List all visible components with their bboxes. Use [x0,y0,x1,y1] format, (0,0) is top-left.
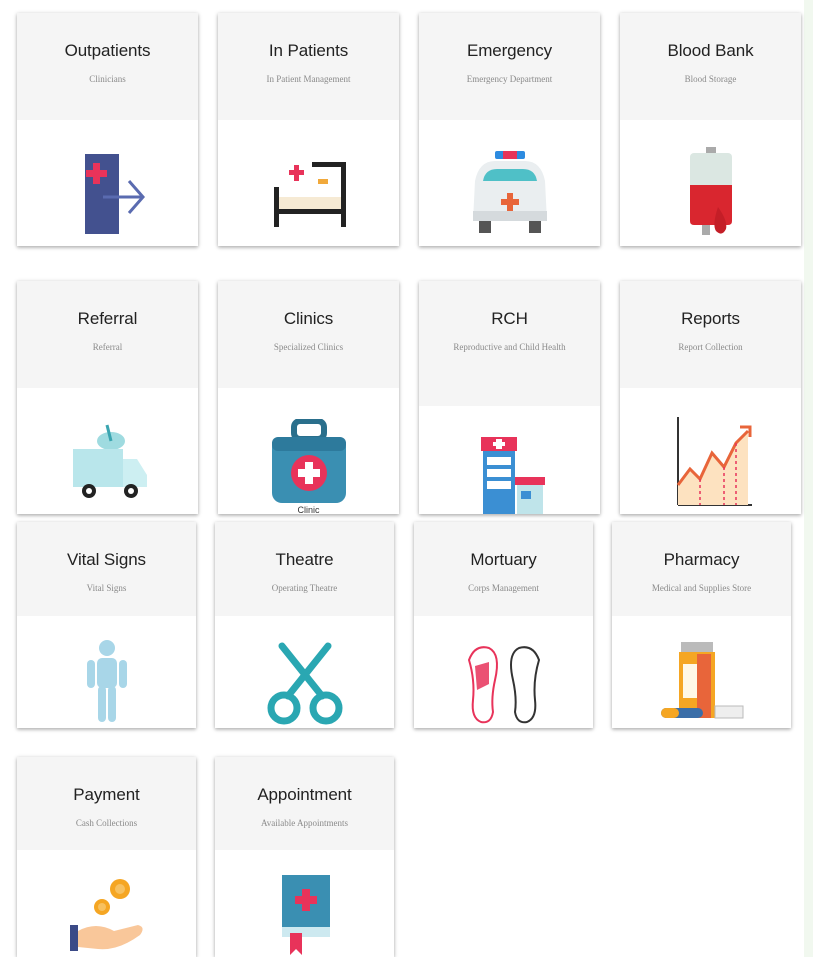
card-title: Clinics [283,309,334,328]
module-card-referral[interactable]: Referral Referral [17,281,198,514]
card-header: In Patients In Patient Management [218,13,399,120]
card-subtitle: Operating Theatre [271,583,338,593]
card-header: Reports Report Collection [620,281,801,388]
card-header: Payment Cash Collections [17,757,196,850]
blood-bag-icon [689,147,732,235]
card-header: Referral Referral [17,281,198,388]
card-subtitle: Medical and Supplies Store [651,583,752,593]
module-card-appointment[interactable]: Appointment Available Appointments [215,757,394,957]
card-header: Appointment Available Appointments [215,757,394,850]
card-title: Blood Bank [667,41,754,60]
card-title: Emergency [466,41,553,60]
rising-chart-icon [676,417,752,506]
card-subtitle: Corps Management [468,583,539,593]
module-card-blood-bank[interactable]: Blood Bank Blood Storage [620,13,801,246]
card-subtitle: Specialized Clinics [273,342,344,352]
card-header: Pharmacy Medical and Supplies Store [612,522,791,616]
hospital-bed-icon [273,162,346,227]
feet-icon [467,646,540,724]
card-subtitle: Cash Collections [75,818,138,828]
module-card-in-patients[interactable]: In Patients In Patient Management [218,13,399,246]
clinic-link[interactable]: Clinic [218,505,399,514]
door-exit-icon [84,154,145,234]
module-card-rch[interactable]: RCH Reproductive and Child Health [419,281,600,514]
card-title: Outpatients [64,41,151,60]
page-edge [804,0,813,957]
module-card-theatre[interactable]: Theatre Operating Theatre [215,522,394,728]
card-title: RCH [491,309,528,328]
card-header: Emergency Emergency Department [419,13,600,120]
module-card-vital-signs[interactable]: Vital Signs Vital Signs [17,522,196,728]
surgical-scissors-icon [267,642,342,725]
referral-van-icon [72,424,147,498]
card-subtitle: In Patient Management [266,74,351,84]
card-subtitle: Report Collection [678,342,743,352]
card-subtitle: Emergency Department [466,74,553,84]
card-title: Pharmacy [663,550,740,569]
medical-kit-icon [271,419,346,503]
module-card-outpatients[interactable]: Outpatients Clinicians [17,13,198,246]
card-header: Outpatients Clinicians [17,13,198,120]
card-header: RCH Reproductive and Child Health [419,281,600,406]
card-subtitle: Vital Signs [86,583,127,593]
card-subtitle: Reproductive and Child Health [453,342,566,352]
module-card-payment[interactable]: Payment Cash Collections [17,757,196,957]
card-subtitle: Clinicians [89,74,126,84]
card-title: In Patients [268,41,349,60]
module-card-clinics[interactable]: Clinics Specialized Clinics Clinic [218,281,399,514]
card-title: Vital Signs [67,550,146,569]
card-title: Theatre [275,550,334,569]
module-card-pharmacy[interactable]: Pharmacy Medical and Supplies Store [612,522,791,728]
body-figure-icon [86,640,127,722]
module-card-mortuary[interactable]: Mortuary Corps Management [414,522,593,728]
hospital-building-icon [480,437,545,514]
card-title: Reports [681,309,740,328]
card-header: Vital Signs Vital Signs [17,522,196,616]
card-subtitle: Referral [92,342,123,352]
card-header: Blood Bank Blood Storage [620,13,801,120]
card-header: Mortuary Corps Management [414,522,593,616]
coins-hand-icon [69,879,143,951]
card-title: Appointment [257,785,352,804]
card-title: Mortuary [470,550,537,569]
pill-bottle-icon [660,642,743,719]
card-title: Payment [73,785,140,804]
card-title: Referral [77,309,138,328]
card-subtitle: Blood Storage [684,74,737,84]
module-card-emergency[interactable]: Emergency Emergency Department [419,13,600,246]
card-header: Theatre Operating Theatre [215,522,394,616]
ambulance-icon [472,151,547,233]
appointment-book-icon [281,875,330,955]
card-header: Clinics Specialized Clinics [218,281,399,388]
card-subtitle: Available Appointments [260,818,349,828]
module-card-reports[interactable]: Reports Report Collection [620,281,801,514]
